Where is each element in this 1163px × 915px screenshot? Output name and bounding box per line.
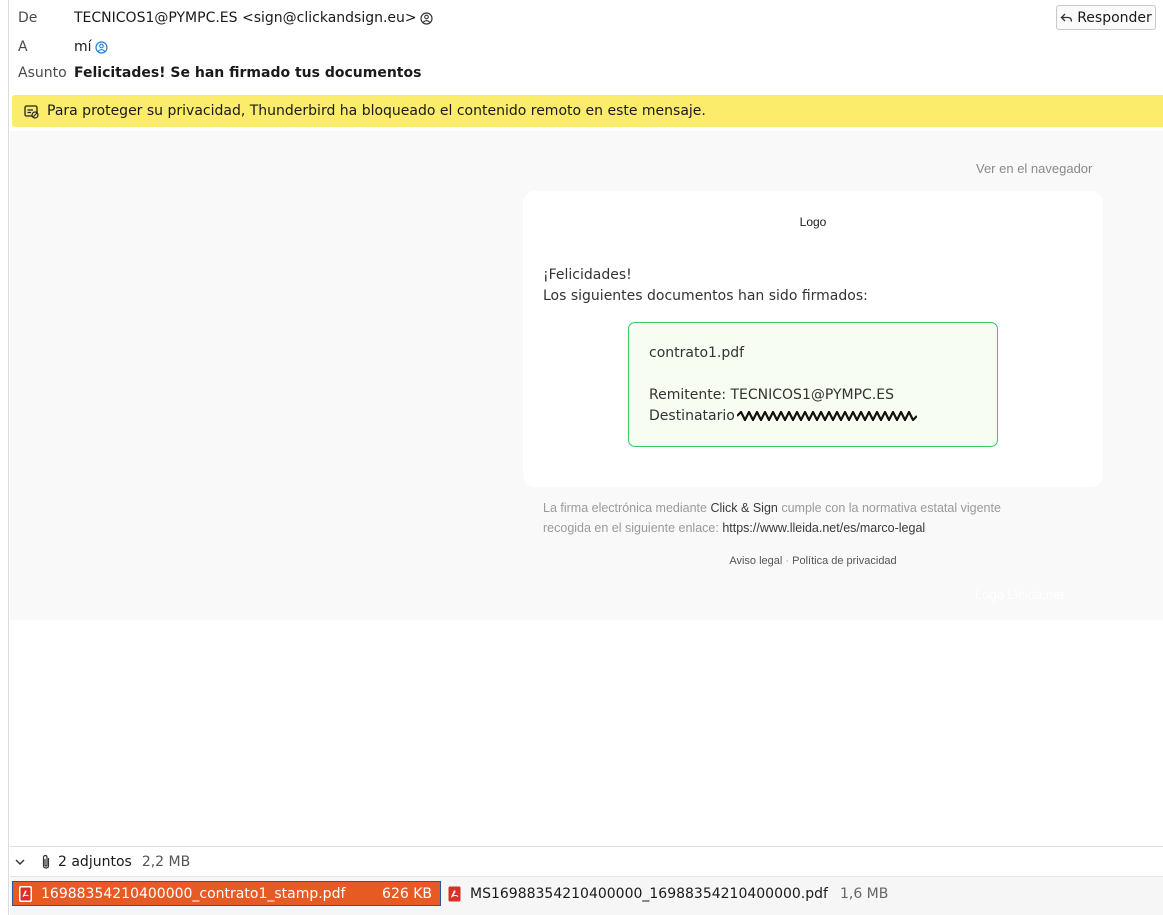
footer-logo-alt: Logo Lleida.net xyxy=(975,587,1064,602)
legal-text-1: La firma electrónica mediante xyxy=(543,501,707,515)
document-name: contrato1.pdf xyxy=(649,345,745,361)
attachments-count: 2 adjuntos xyxy=(58,853,132,870)
legal-text-3: recogida en el siguiente enlace: xyxy=(543,521,719,535)
to-address[interactable]: mí xyxy=(74,39,92,55)
footer-separator: · xyxy=(785,555,790,567)
reply-label: Responder xyxy=(1077,9,1152,26)
recipient-line: Destinatario xyxy=(649,406,997,427)
from-label: De xyxy=(18,10,38,26)
greeting: ¡Felicidades! xyxy=(543,267,632,283)
redaction-scribble xyxy=(736,411,917,421)
attachment-name: 16988354210400000_contrato1_stamp.pdf xyxy=(41,885,346,902)
from-value[interactable]: TECNICOS1@PYMPC.ES <sign@clickandsign.eu… xyxy=(74,10,433,26)
view-in-browser-link[interactable]: Ver en el navegador xyxy=(976,161,1092,176)
footer-links: Aviso legal · Política de privacidad xyxy=(523,555,1103,567)
left-pane-edge xyxy=(0,0,9,915)
legal-notice-link[interactable]: Aviso legal xyxy=(729,555,782,567)
attachment-size: 626 KB xyxy=(382,885,432,902)
recipient-label: Destinatario xyxy=(649,408,735,424)
legal-notice: La firma electrónica mediante Click & Si… xyxy=(543,498,1063,538)
attachments-list: 16988354210400000_contrato1_stamp.pdf 62… xyxy=(10,876,1163,915)
sender-line: Remitente: TECNICOS1@PYMPC.ES xyxy=(649,387,895,403)
from-address[interactable]: TECNICOS1@PYMPC.ES <sign@clickandsign.eu… xyxy=(74,10,417,26)
document-summary-box: contrato1.pdf Remitente: TECNICOS1@PYMPC… xyxy=(628,322,998,447)
attachment-size: 1,6 MB xyxy=(839,885,889,902)
attachment-item[interactable]: MS16988354210400000_16988354210400000.pd… xyxy=(446,881,888,906)
chevron-down-icon[interactable] xyxy=(14,856,26,868)
subject-value: Felicitades! Se han firmado tus document… xyxy=(74,65,422,81)
legal-brand-link[interactable]: Click & Sign xyxy=(710,501,777,515)
message-card: Logo ¡Felicidades! Los siguientes docume… xyxy=(523,191,1103,487)
subject-row: Asunto Felicitades! Se han firmado tus d… xyxy=(18,62,421,84)
reply-button[interactable]: Responder xyxy=(1056,5,1156,30)
subject-label: Asunto xyxy=(18,65,67,81)
logo-placeholder: Logo xyxy=(799,215,827,229)
from-row: De TECNICOS1@PYMPC.ES <sign@clickandsign… xyxy=(18,7,433,29)
contact-blue-icon[interactable] xyxy=(94,40,108,54)
legal-text-2: cumple con la normativa estatal vigente xyxy=(781,501,1001,515)
legal-url-link[interactable]: https://www.lleida.net/es/marco-legal xyxy=(722,521,925,535)
congrats-text: ¡Felicidades! Los siguientes documentos … xyxy=(543,265,868,307)
to-row: A mí xyxy=(18,36,108,58)
pdf-file-icon xyxy=(19,885,32,902)
paperclip-icon xyxy=(42,854,50,869)
intro-text: Los siguientes documentos han sido firma… xyxy=(543,288,868,304)
attachment-item[interactable]: 16988354210400000_contrato1_stamp.pdf 62… xyxy=(12,881,441,906)
reply-icon xyxy=(1060,13,1073,22)
attachments-total-size: 2,2 MB xyxy=(141,853,191,870)
remote-content-notice[interactable]: Para proteger su privacidad, Thunderbird… xyxy=(12,95,1163,127)
contact-icon[interactable] xyxy=(420,11,433,25)
blocked-content-icon xyxy=(24,104,39,119)
to-label: A xyxy=(18,39,28,55)
attachment-name: MS16988354210400000_16988354210400000.pd… xyxy=(470,885,828,902)
notice-text: Para proteger su privacidad, Thunderbird… xyxy=(47,103,706,119)
privacy-policy-link[interactable]: Política de privacidad xyxy=(792,555,897,567)
attachments-bar[interactable]: 2 adjuntos 2,2 MB xyxy=(10,846,1163,876)
to-value[interactable]: mí xyxy=(74,39,108,55)
pdf-file-icon xyxy=(448,886,461,901)
